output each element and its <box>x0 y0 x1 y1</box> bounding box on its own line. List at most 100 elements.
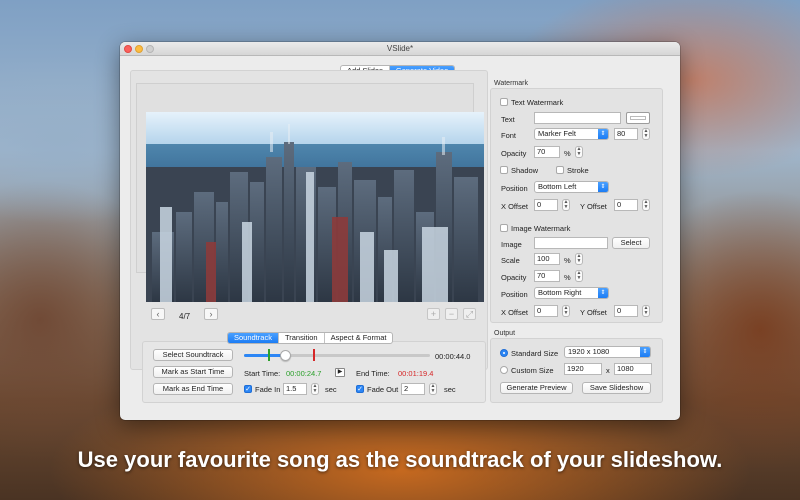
standard-size-value: 1920 x 1080 <box>568 347 610 356</box>
window-title: VSlide* <box>386 44 414 53</box>
custom-width-field[interactable]: 1920 <box>564 363 602 375</box>
x-offset-field[interactable]: 0 <box>534 199 558 211</box>
generate-preview-button[interactable]: Generate Preview <box>500 382 573 394</box>
image-x-offset-stepper[interactable]: ▲ ▼ <box>562 305 570 317</box>
soundtrack-timeline[interactable] <box>244 354 430 357</box>
image-path-field[interactable] <box>534 237 608 249</box>
play-button[interactable]: ▶ <box>335 368 345 377</box>
fade-in-unit: sec <box>325 385 337 394</box>
standard-size-radio[interactable] <box>500 349 508 357</box>
end-time-value: 00:01:19.4 <box>398 369 434 378</box>
fade-out-checkbox[interactable]: ✓ <box>356 385 364 393</box>
select-soundtrack-button[interactable]: Select Soundtrack <box>153 349 233 361</box>
fade-out-label: Fade Out <box>367 385 399 394</box>
fade-in-stepper[interactable]: ▲ ▼ <box>311 383 319 395</box>
image-position-label: Position <box>501 290 528 299</box>
image-position-popup[interactable]: Bottom Right ⇕ <box>534 287 609 299</box>
x-offset-label: X Offset <box>501 202 528 211</box>
stroke-label: Stroke <box>567 166 589 175</box>
custom-size-separator: x <box>606 366 610 375</box>
plus-icon: + <box>430 309 437 319</box>
minus-icon: − <box>448 309 455 319</box>
fade-out-field[interactable]: 2 <box>401 383 425 395</box>
image-watermark-checkbox[interactable] <box>500 224 508 232</box>
watermark-section-title: Watermark <box>494 80 528 87</box>
image-opacity-percent: % <box>564 273 571 282</box>
tab-aspect-format[interactable]: Aspect & Format <box>325 333 393 343</box>
y-offset-label: Y Offset <box>580 202 607 211</box>
mark-start-time-button[interactable]: Mark as Start Time <box>153 366 233 378</box>
start-time-label: Start Time: <box>244 369 281 378</box>
timeline-progress <box>244 354 285 357</box>
shadow-checkbox[interactable] <box>500 166 508 174</box>
fade-out-unit: sec <box>444 385 456 394</box>
marketing-caption: Use your favourite song as the soundtrac… <box>77 447 723 472</box>
opacity-field[interactable]: 70 <box>534 146 560 158</box>
remove-slide-button[interactable]: − <box>445 308 458 320</box>
save-slideshow-button[interactable]: Save Slideshow <box>582 382 651 394</box>
text-watermark-checkbox[interactable] <box>500 98 508 106</box>
image-y-offset-stepper[interactable]: ▲ ▼ <box>642 305 650 317</box>
scale-percent: % <box>564 256 571 265</box>
standard-size-label: Standard Size <box>511 349 559 358</box>
end-time-marker[interactable] <box>313 349 315 361</box>
add-slide-button[interactable]: + <box>427 308 440 320</box>
checkmark-icon: ✓ <box>357 386 363 393</box>
text-position-popup[interactable]: Bottom Left ⇕ <box>534 181 609 193</box>
slide-page-indicator: 4/7 <box>179 312 191 321</box>
text-color-well[interactable] <box>626 112 650 124</box>
popup-arrows-icon: ⇕ <box>640 347 650 357</box>
mark-end-time-button[interactable]: Mark as End Time <box>153 383 233 395</box>
title-bar: VSlide* <box>120 42 680 56</box>
custom-size-label: Custom Size <box>511 366 554 375</box>
popup-arrows-icon: ⇕ <box>598 129 608 139</box>
image-position-value: Bottom Right <box>538 288 582 297</box>
select-image-button[interactable]: Select <box>612 237 650 249</box>
fade-in-checkbox[interactable]: ✓ <box>244 385 252 393</box>
scale-stepper[interactable]: ▲ ▼ <box>575 253 583 265</box>
watermark-text-field[interactable] <box>534 112 621 124</box>
play-icon: ▶ <box>337 369 343 375</box>
font-size-stepper[interactable]: ▲ ▼ <box>642 128 650 140</box>
tab-transition[interactable]: Transition <box>279 333 325 343</box>
y-offset-field[interactable]: 0 <box>614 199 638 211</box>
font-popup[interactable]: Marker Felt ⇕ <box>534 128 609 140</box>
output-section-title: Output <box>494 330 516 337</box>
fade-in-field[interactable]: 1.5 <box>283 383 307 395</box>
custom-size-radio[interactable] <box>500 366 508 374</box>
text-position-value: Bottom Left <box>538 182 577 191</box>
x-offset-stepper[interactable]: ▲ ▼ <box>562 199 570 211</box>
start-time-marker[interactable] <box>268 349 270 361</box>
font-size-field[interactable]: 80 <box>614 128 638 140</box>
y-offset-stepper[interactable]: ▲ ▼ <box>642 199 650 211</box>
playhead-time: 00:00:44.0 <box>435 352 471 361</box>
next-slide-button[interactable]: › <box>204 308 218 320</box>
popup-arrows-icon: ⇕ <box>598 288 608 298</box>
expand-icon: ⤢ <box>465 309 474 319</box>
previous-slide-button[interactable]: ‹ <box>151 308 165 320</box>
slide-preview-image <box>146 112 484 302</box>
image-y-offset-field[interactable]: 0 <box>614 305 638 317</box>
text-watermark-label: Text Watermark <box>511 98 564 107</box>
fade-out-stepper[interactable]: ▲ ▼ <box>429 383 437 395</box>
stroke-checkbox[interactable] <box>556 166 564 174</box>
checkmark-icon: ✓ <box>245 386 251 393</box>
custom-height-field[interactable]: 1080 <box>614 363 652 375</box>
image-opacity-label: Opacity <box>501 273 527 282</box>
image-x-offset-field[interactable]: 0 <box>534 305 558 317</box>
opacity-stepper[interactable]: ▲ ▼ <box>575 146 583 158</box>
position-label: Position <box>501 184 528 193</box>
end-time-label: End Time: <box>356 369 390 378</box>
image-opacity-stepper[interactable]: ▲ ▼ <box>575 270 583 282</box>
popup-arrows-icon: ⇕ <box>598 182 608 192</box>
image-x-offset-label: X Offset <box>501 308 528 317</box>
standard-size-popup[interactable]: 1920 x 1080 ⇕ <box>564 346 651 358</box>
playhead-knob[interactable] <box>280 350 291 361</box>
expand-preview-button[interactable]: ⤢ <box>463 308 476 320</box>
tab-soundtrack[interactable]: Soundtrack <box>228 333 279 343</box>
font-label: Font <box>501 131 517 140</box>
scale-label: Scale <box>501 256 520 265</box>
opacity-label: Opacity <box>501 149 527 158</box>
image-opacity-field[interactable]: 70 <box>534 270 560 282</box>
scale-field[interactable]: 100 <box>534 253 560 265</box>
